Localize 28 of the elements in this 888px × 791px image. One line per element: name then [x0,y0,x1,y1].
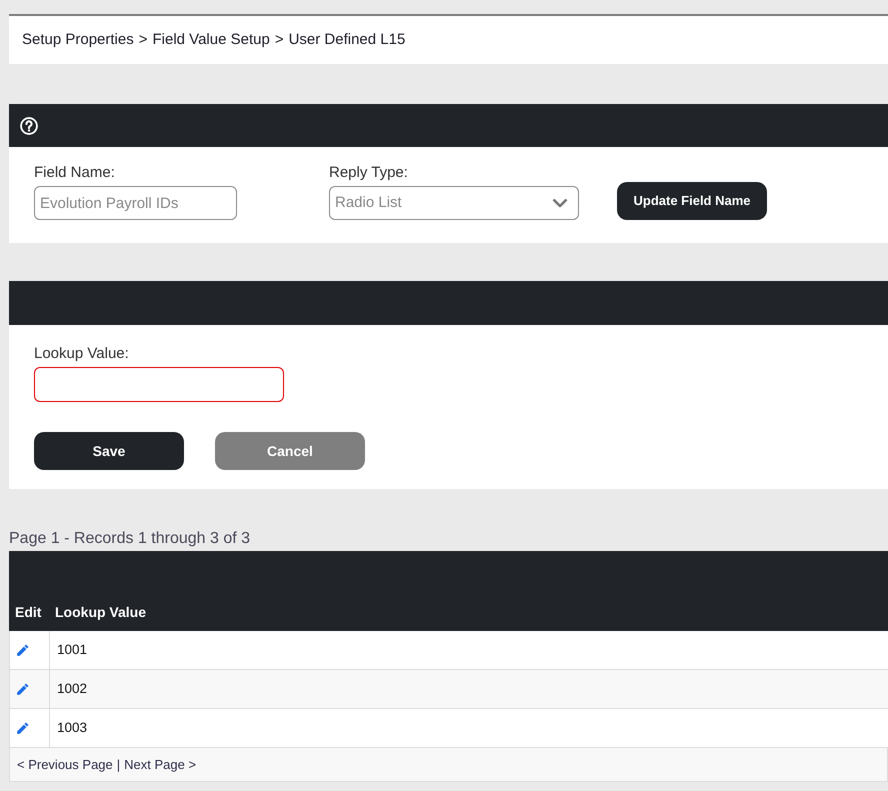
reply-type-select[interactable]: Radio List [329,186,579,220]
previous-page-link[interactable]: < Previous Page [17,754,113,774]
breadcrumb-link[interactable]: User Defined L15 [288,28,406,52]
save-button[interactable]: Save [34,432,184,470]
chevron-down-icon [552,198,568,208]
breadcrumb-separator: > [274,30,284,50]
pencil-icon[interactable] [16,644,29,656]
update-field-name-button[interactable]: Update Field Name [617,182,767,220]
help-icon[interactable] [20,116,38,134]
table-cell-text: 1002 [56,680,88,698]
lookup-value-input[interactable] [34,367,284,402]
cancel-button[interactable]: Cancel [215,432,365,470]
column-header: Lookup Value [54,603,148,622]
column-header: Edit [14,603,42,622]
breadcrumb-separator: > [138,30,148,50]
field-name-input[interactable]: Evolution Payroll IDs [34,186,237,220]
table-cell-text: 1003 [56,718,88,737]
pencil-icon[interactable] [16,722,29,734]
field-label: Field Name: [34,164,115,182]
field-label: Lookup Value: [34,345,129,363]
breadcrumb-link[interactable]: Setup Properties [22,28,134,52]
records-summary: Page 1 - Records 1 through 3 of 3 [9,529,250,549]
next-page-link[interactable]: Next Page > [124,754,196,774]
pencil-icon[interactable] [16,682,29,696]
breadcrumb-link[interactable]: Field Value Setup [152,28,270,52]
pager-separator: | [116,756,120,774]
table-cell-text: 1001 [56,640,88,659]
field-label: Reply Type: [329,164,408,182]
